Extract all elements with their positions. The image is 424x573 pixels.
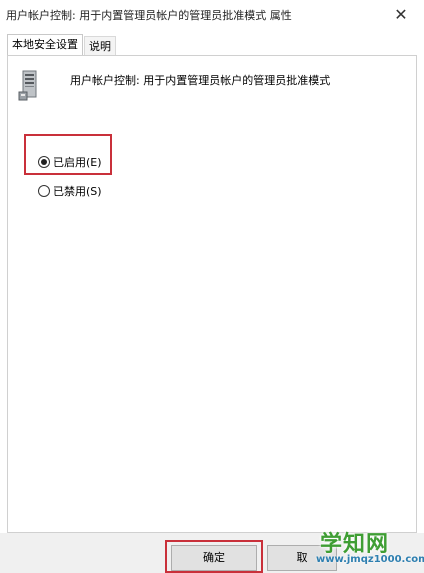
close-icon: ✕ (394, 4, 408, 24)
tab-local-security-setting[interactable]: 本地安全设置 (7, 34, 83, 56)
tab-explain[interactable]: 说明 (84, 36, 116, 55)
close-button[interactable]: ✕ (378, 0, 424, 28)
window-title: 用户帐户控制: 用于内置管理员帐户的管理员批准模式 属性 (6, 9, 292, 22)
title-bar: 用户帐户控制: 用于内置管理员帐户的管理员批准模式 属性 ✕ (0, 0, 424, 28)
policy-name: 用户帐户控制: 用于内置管理员帐户的管理员批准模式 (70, 74, 331, 87)
tab-strip: 本地安全设置 说明 (0, 34, 424, 56)
server-icon (18, 70, 37, 101)
enabled-label: 已启用(E) (53, 156, 102, 169)
cancel-button[interactable]: 取 (267, 545, 337, 571)
disabled-label: 已禁用(S) (53, 185, 102, 198)
radio-checked-icon (38, 156, 50, 168)
disabled-radio[interactable]: 已禁用(S) (38, 183, 102, 199)
tab-panel (7, 55, 417, 533)
radio-unchecked-icon (38, 185, 50, 197)
ok-highlight-box (165, 540, 263, 573)
enabled-radio[interactable]: 已启用(E) (38, 154, 102, 170)
